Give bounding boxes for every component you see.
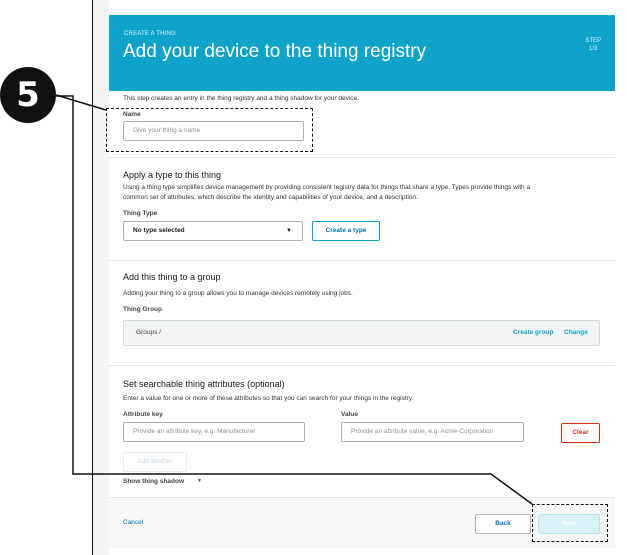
step-number-badge: 5 bbox=[0, 67, 56, 123]
callout-connector bbox=[55, 94, 533, 505]
